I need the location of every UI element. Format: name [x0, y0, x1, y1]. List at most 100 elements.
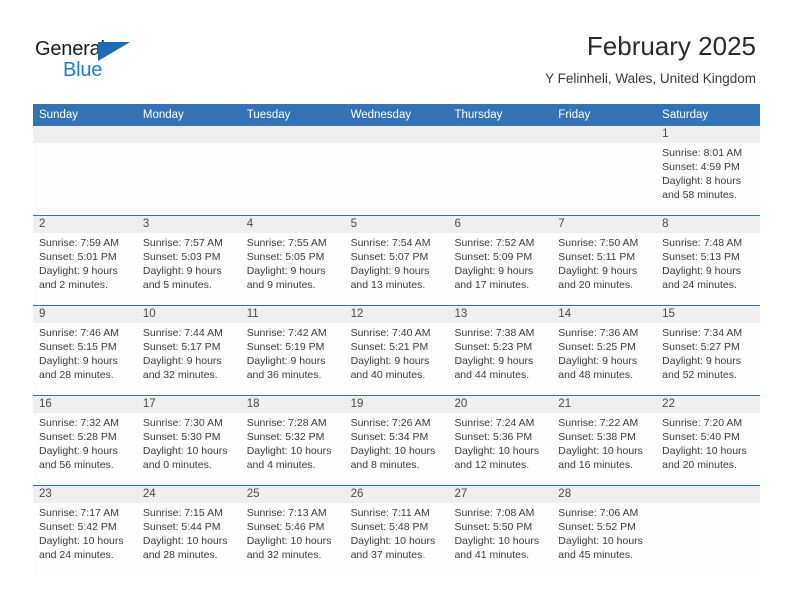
day-number[interactable]: 22 [656, 396, 760, 413]
day-detail-line: and 17 minutes. [454, 279, 530, 291]
triangle-icon [98, 42, 130, 61]
day-detail-line: Sunset: 5:13 PM [662, 251, 740, 263]
day-number[interactable]: 20 [448, 396, 552, 413]
day-number[interactable]: 11 [241, 306, 345, 323]
day-detail-line: Sunset: 5:52 PM [558, 521, 636, 533]
day-number[interactable]: 28 [552, 486, 656, 503]
day-number[interactable]: 25 [241, 486, 345, 503]
date-number-band: 2345678 [33, 216, 760, 233]
day-cell[interactable]: Sunrise: 7:24 AM Sunset: 5:36 PM Daylight:… [448, 413, 552, 485]
day-number[interactable]: 17 [137, 396, 241, 413]
day-detail-line: Sunset: 5:32 PM [246, 431, 325, 443]
day-number[interactable]: 27 [448, 486, 552, 503]
empty-day-number [137, 126, 241, 143]
day-detail-line: Daylight: 9 hours [39, 355, 118, 367]
day-number[interactable]: 24 [137, 486, 241, 503]
day-number[interactable]: 8 [656, 216, 760, 233]
day-number[interactable]: 15 [656, 306, 760, 323]
day-detail-line: Sunrise: 8:01 AM [662, 147, 743, 159]
day-number[interactable]: 3 [137, 216, 241, 233]
empty-day-number [241, 126, 345, 143]
day-detail-line: Sunrise: 7:06 AM [558, 507, 639, 519]
day-cell[interactable]: Sunrise: 7:50 AM Sunset: 5:11 PM Daylight:… [552, 233, 656, 305]
day-detail-line: and 24 minutes. [39, 549, 114, 561]
day-detail-line: Daylight: 10 hours [39, 535, 124, 547]
empty-day-cell [656, 503, 760, 575]
day-detail-line: and 0 minutes. [142, 459, 212, 471]
day-detail-line: Sunrise: 7:20 AM [662, 417, 743, 429]
empty-day-cell [241, 143, 345, 215]
day-cell[interactable]: Sunrise: 7:40 AM Sunset: 5:21 PM Daylight:… [345, 323, 449, 395]
day-detail-line: Daylight: 9 hours [39, 265, 118, 277]
day-detail-line: Sunrise: 7:26 AM [350, 417, 431, 429]
day-detail-line: and 20 minutes. [662, 459, 737, 471]
empty-day-number [33, 126, 137, 143]
day-cell[interactable]: Sunrise: 7:17 AM Sunset: 5:42 PM Daylight:… [33, 503, 137, 575]
day-cell[interactable]: Sunrise: 7:06 AM Sunset: 5:52 PM Daylight:… [552, 503, 656, 575]
day-number[interactable]: 10 [137, 306, 241, 323]
day-number[interactable]: 14 [552, 306, 656, 323]
day-number[interactable]: 7 [552, 216, 656, 233]
day-detail-line: Sunset: 5:46 PM [246, 521, 325, 533]
day-number[interactable]: 5 [345, 216, 449, 233]
day-cell[interactable]: Sunrise: 7:57 AM Sunset: 5:03 PM Daylight:… [137, 233, 241, 305]
day-cell[interactable]: Sunrise: 7:44 AM Sunset: 5:17 PM Daylight:… [137, 323, 241, 395]
day-detail-line: and 4 minutes. [246, 459, 316, 471]
day-cell[interactable]: Sunrise: 7:26 AM Sunset: 5:34 PM Daylight:… [345, 413, 449, 485]
day-detail-line: and 52 minutes. [662, 369, 737, 381]
empty-day-cell [345, 143, 449, 215]
day-detail-line: Sunrise: 7:57 AM [142, 237, 223, 249]
day-number[interactable]: 2 [33, 216, 137, 233]
day-cell[interactable]: Sunrise: 7:08 AM Sunset: 5:50 PM Daylight:… [448, 503, 552, 575]
day-cell[interactable]: Sunrise: 7:42 AM Sunset: 5:19 PM Daylight:… [241, 323, 345, 395]
day-detail-line: Daylight: 9 hours [662, 265, 741, 277]
day-detail-line: Sunset: 5:27 PM [662, 341, 740, 353]
day-number[interactable]: 18 [241, 396, 345, 413]
day-number[interactable]: 9 [33, 306, 137, 323]
day-cell[interactable]: Sunrise: 7:15 AM Sunset: 5:44 PM Daylight:… [137, 503, 241, 575]
day-detail-line: Sunset: 5:15 PM [39, 341, 117, 353]
day-cell[interactable]: Sunrise: 7:28 AM Sunset: 5:32 PM Daylight:… [241, 413, 345, 485]
day-cell[interactable]: Sunrise: 7:32 AM Sunset: 5:28 PM Daylight:… [33, 413, 137, 485]
day-cell[interactable]: Sunrise: 7:30 AM Sunset: 5:30 PM Daylight:… [137, 413, 241, 485]
day-cell[interactable]: Sunrise: 7:36 AM Sunset: 5:25 PM Daylight:… [552, 323, 656, 395]
day-number[interactable]: 23 [33, 486, 137, 503]
day-cell[interactable]: Sunrise: 7:20 AM Sunset: 5:40 PM Daylight:… [656, 413, 760, 485]
day-cell[interactable]: Sunrise: 7:52 AM Sunset: 5:09 PM Daylight:… [448, 233, 552, 305]
day-detail-line: Sunrise: 7:13 AM [246, 507, 327, 519]
day-detail-line: Sunset: 5:34 PM [350, 431, 429, 443]
day-cell[interactable]: Sunrise: 8:01 AM Sunset: 4:59 PM Daylight:… [656, 143, 760, 215]
day-number[interactable]: 6 [448, 216, 552, 233]
day-number[interactable]: 1 [656, 126, 760, 143]
day-number[interactable]: 4 [241, 216, 345, 233]
day-number[interactable]: 16 [33, 396, 137, 413]
day-number[interactable]: 19 [345, 396, 449, 413]
day-cell[interactable]: Sunrise: 7:55 AM Sunset: 5:05 PM Daylight:… [241, 233, 345, 305]
day-detail-line: and 48 minutes. [558, 369, 634, 381]
day-detail-line: Sunset: 5:23 PM [454, 341, 533, 353]
day-cell[interactable]: Sunrise: 7:13 AM Sunset: 5:46 PM Daylight:… [241, 503, 345, 575]
day-cell[interactable]: Sunrise: 7:48 AM Sunset: 5:13 PM Daylight:… [656, 233, 760, 305]
day-cell[interactable]: Sunrise: 7:54 AM Sunset: 5:07 PM Daylight:… [345, 233, 449, 305]
calendar-week-row: 23 24 25 26 27 28 Sunrise: 7:17 AM Sunset: 5:42… [33, 485, 760, 575]
day-cell[interactable]: Sunrise: 7:38 AM Sunset: 5:23 PM Daylight:… [448, 323, 552, 395]
calendar-week-row: 9 10 11 12 13 14 15 Sunrise: 7:46 AM Sunset: 5:1… [33, 305, 760, 395]
day-detail-line: Sunrise: 7:28 AM [246, 417, 327, 429]
day-detail-line: and 24 minutes. [662, 279, 737, 291]
day-cell[interactable]: Sunrise: 7:59 AM Sunset: 5:01 PM Daylight:… [33, 233, 137, 305]
day-content-band: Sunrise: 8:01 AM Sunset: 4:59 PM Daylight:… [33, 143, 760, 215]
day-number[interactable]: 21 [552, 396, 656, 413]
date-number-band: 9 10 11 12 13 14 15 [33, 306, 760, 323]
page-title: February 2025 [586, 31, 756, 61]
day-cell[interactable]: Sunrise: 7:34 AM Sunset: 5:27 PM Daylight:… [656, 323, 760, 395]
day-detail-line: and 32 minutes. [246, 549, 322, 561]
day-cell[interactable]: Sunrise: 7:11 AM Sunset: 5:48 PM Daylight:… [345, 503, 449, 575]
day-number[interactable]: 26 [345, 486, 449, 503]
day-cell[interactable]: Sunrise: 7:22 AM Sunset: 5:38 PM Daylight:… [552, 413, 656, 485]
day-cell[interactable]: Sunrise: 7:46 AM Sunset: 5:15 PM Daylight:… [33, 323, 137, 395]
general-blue-logo[interactable]: General Blue [35, 38, 155, 86]
day-number[interactable]: 12 [345, 306, 449, 323]
weekday-header-monday: Monday [142, 109, 184, 121]
day-number[interactable]: 13 [448, 306, 552, 323]
day-detail-line: Sunset: 5:40 PM [662, 431, 740, 443]
